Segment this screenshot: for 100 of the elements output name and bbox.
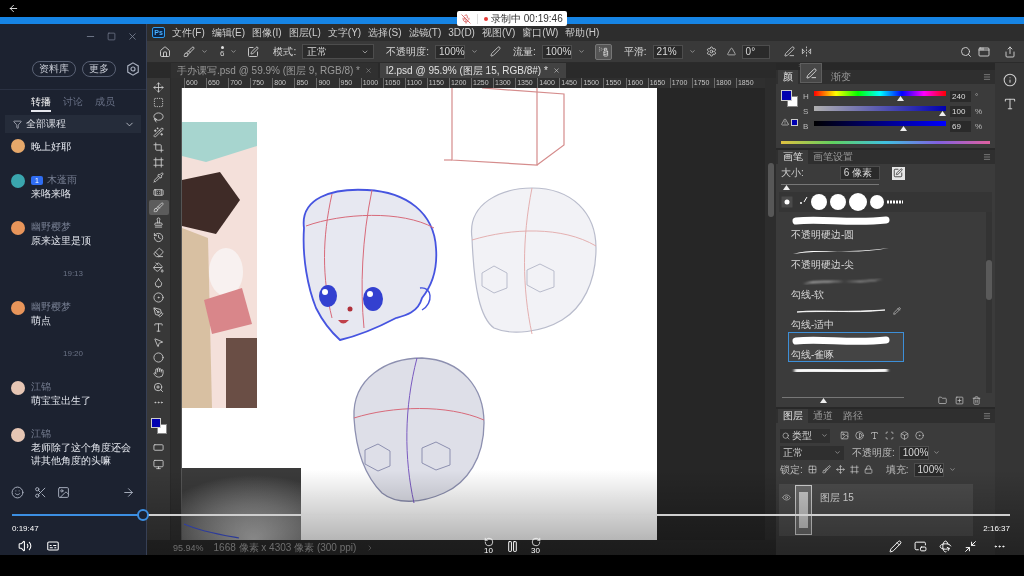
brush-icon[interactable] [821,465,831,474]
menu-item[interactable]: 选择(S) [368,26,402,39]
contrast-icon[interactable] [855,431,864,440]
chevron-down-icon[interactable] [230,48,238,55]
mode-dropdown[interactable]: 正常 [302,44,375,59]
plus-square-icon[interactable] [955,395,964,405]
panel-tab[interactable]: 通道 [808,409,838,423]
image-icon[interactable] [840,431,849,440]
settings-icon[interactable] [705,46,717,57]
value-field[interactable]: 240 [950,91,971,102]
panel-tab[interactable]: 颜 [778,70,798,84]
info-icon[interactable] [1002,73,1017,87]
image-icon[interactable] [57,485,70,499]
menu-icon[interactable] [983,412,991,420]
opacity-field[interactable]: 100% [435,44,465,59]
lock-icon[interactable] [863,465,873,474]
preview-size-slider[interactable] [782,396,904,404]
settings-icon[interactable] [126,61,140,76]
chat-tab[interactable]: 转播 [31,96,51,112]
brush-tip-icon[interactable] [870,195,884,209]
menu-icon[interactable] [983,73,991,81]
captions-icon[interactable] [46,539,60,553]
color-swatch-icon[interactable] [150,418,167,434]
document-tab[interactable]: 手办课写.psd @ 59.9% (图层 9, RGB/8) * [171,63,378,78]
square-pen-icon[interactable] [891,166,905,180]
brush-preset[interactable]: 不透明硬边-尖 [788,242,904,272]
rectangle-icon[interactable] [153,442,164,453]
scrollbar-thumb[interactable] [767,163,774,217]
frame-icon[interactable] [849,465,859,474]
rotate-3d-icon[interactable] [939,539,952,553]
brush-preset[interactable]: 勾线-软 [788,272,904,302]
brush-preset[interactable]: 勾线-适中 [788,302,904,332]
emoji-icon[interactable] [11,485,24,499]
color-swatch-icon[interactable] [781,90,798,107]
home-icon[interactable] [159,45,171,58]
chevron-down-icon[interactable] [471,48,478,55]
square-pen-icon[interactable] [247,45,260,58]
scissors-icon[interactable] [34,485,47,499]
brush-tip-icon[interactable] [849,193,867,211]
grid-icon[interactable] [807,465,817,474]
panel-tab[interactable]: 渐变 [826,70,856,84]
chevron-down-icon[interactable] [948,466,956,473]
eye-icon[interactable] [782,493,791,502]
value-field[interactable]: 69 [950,121,971,132]
progress-track[interactable] [12,509,1010,521]
share-icon[interactable] [1004,45,1016,58]
brush-icon[interactable] [183,45,195,58]
picture-in-picture-icon[interactable] [914,539,927,553]
blend-mode-dropdown[interactable]: 正常 [780,445,844,460]
airbrush-toggle[interactable] [594,43,612,60]
brush-tip-icon[interactable] [811,194,827,210]
fill-field[interactable]: 100% [913,462,944,477]
panel-tab[interactable]: 路径 [838,409,868,423]
menu-item[interactable]: 编辑(E) [211,26,246,39]
color-slider[interactable] [814,121,946,132]
pause-icon[interactable] [505,539,519,553]
brush-tip-icon[interactable] [830,194,846,210]
skip-forward-button[interactable]: 30 [530,537,541,555]
value-field[interactable]: 100 [950,106,971,117]
menu-item[interactable]: 文件(F) [172,26,205,39]
course-filter[interactable]: 全部课程 [5,115,141,133]
menu-item[interactable]: 窗口(W) [522,26,559,39]
menu-item[interactable]: 图层(L) [288,26,321,39]
scrollbar-thumb[interactable] [986,260,992,300]
window-icon[interactable] [978,45,990,58]
skip-back-button[interactable]: 10 [483,537,494,555]
brush-preset[interactable]: 勾线-雀啄 [788,332,904,362]
brush-size-picker[interactable]: 6 [220,45,225,58]
circle-dot-icon[interactable] [915,431,924,440]
panel-tab[interactable]: 画笔 [778,150,808,164]
chevron-down-icon[interactable] [688,48,696,55]
flip-icon[interactable] [800,46,812,57]
trash-icon[interactable] [972,395,981,405]
menu-item[interactable]: 图像(I) [252,26,282,39]
menu-item[interactable]: 滤镜(T) [408,26,442,39]
cube-icon[interactable] [900,431,909,440]
search-icon[interactable] [960,45,972,58]
brush-preset[interactable]: 不透明硬边-圆 [788,212,904,242]
brush-tip-icon[interactable] [887,200,903,204]
move-icon[interactable] [835,465,845,474]
type-icon[interactable] [870,431,879,440]
brush-tip-icon[interactable] [781,196,793,208]
menu-item[interactable]: 文字(Y) [327,26,362,39]
panel-tab[interactable]: 画笔设置 [808,150,858,164]
scan-icon[interactable] [885,431,894,440]
chevron-down-icon[interactable] [577,48,585,55]
menu-item[interactable]: 视图(V) [481,26,516,39]
tool-button[interactable] [148,200,169,215]
filter-dropdown[interactable]: 类型 [780,428,830,443]
back-icon[interactable] [8,3,19,14]
layer-row[interactable]: 图层 15 [779,484,973,536]
size-slider[interactable] [781,183,879,191]
volume-icon[interactable] [18,539,32,553]
folder-icon[interactable] [938,395,947,405]
pen-icon[interactable] [490,46,501,57]
menu-icon[interactable] [983,153,991,161]
color-slider[interactable] [814,106,946,117]
menu-item[interactable]: 3D(D) [448,26,475,39]
chevron-down-icon[interactable] [932,449,940,456]
monitor-icon[interactable] [153,459,164,470]
